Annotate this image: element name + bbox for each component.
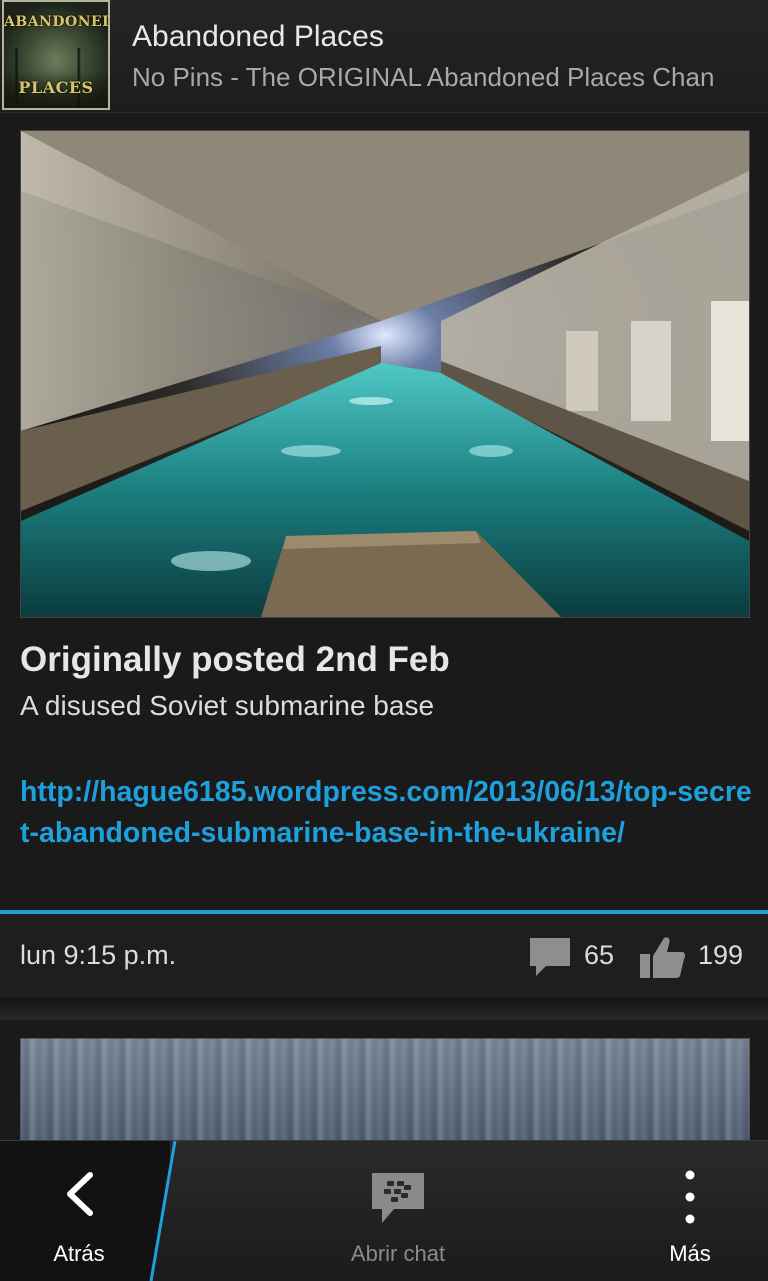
bbm-chat-icon — [372, 1173, 424, 1223]
post-text: A disused Soviet submarine base — [20, 690, 435, 721]
more-button[interactable]: Más — [640, 1141, 740, 1281]
back-divider — [149, 1141, 177, 1281]
post-heading: Originally posted 2nd Feb — [20, 640, 450, 679]
post-link[interactable]: http://hague6185.wordpress.com/2013/06/1… — [20, 772, 760, 854]
like-count: 199 — [698, 940, 744, 970]
post-meta: lun 9:15 p.m. 65 199 — [0, 914, 768, 998]
channel-logo[interactable]: ABANDONED PLACES — [2, 0, 110, 110]
open-chat-label: Abrir chat — [350, 1241, 446, 1266]
image-fog — [21, 1039, 749, 1149]
more-vertical-icon — [685, 1170, 695, 1224]
comment-icon[interactable] — [528, 936, 572, 978]
card-separator — [0, 998, 768, 1020]
action-bar: Atrás Abrir chat Más — [0, 1140, 768, 1281]
channel-subtitle: No Pins - The ORIGINAL Abandoned Places … — [132, 62, 715, 92]
channel-title: Abandoned Places — [132, 20, 384, 53]
tunnel-photo-icon — [21, 131, 749, 617]
logo-text-top: ABANDONED — [4, 14, 110, 30]
more-label: Más — [669, 1241, 711, 1266]
like-icon[interactable] — [638, 934, 686, 980]
channel-header[interactable]: ABANDONED PLACES Abandoned Places No Pin… — [0, 0, 768, 113]
open-chat-button[interactable]: Abrir chat — [300, 1141, 496, 1281]
next-post-image[interactable] — [20, 1038, 750, 1150]
logo-text-bottom: PLACES — [18, 78, 94, 97]
comment-count: 65 — [584, 940, 615, 970]
post-image[interactable] — [20, 130, 750, 618]
post-timestamp: lun 9:15 p.m. — [20, 940, 177, 970]
